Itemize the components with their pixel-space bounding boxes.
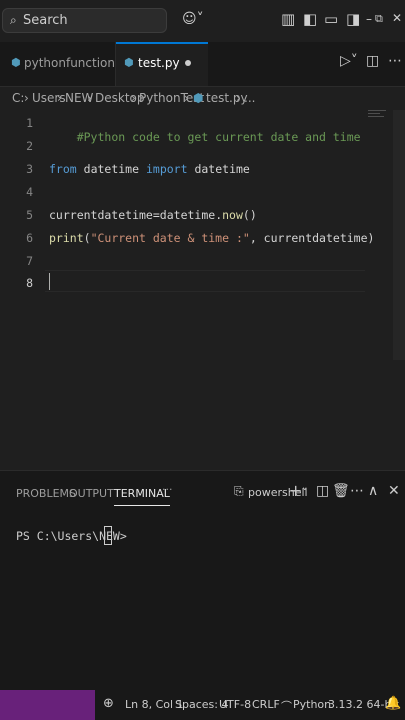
breadcrumb-item[interactable]: Desktop — [95, 91, 145, 105]
panel-icon[interactable]: ▭ — [324, 10, 338, 28]
title-bar: ⌕ Search ☺˅ ▥ ◧ ▭ ◨ – ⧉ ✕ — [0, 0, 405, 42]
restore-icon[interactable]: ⧉ — [375, 12, 383, 26]
tab-label: test.py — [138, 56, 180, 70]
trash-icon[interactable]: 🗑 — [332, 483, 350, 499]
keyword-token: import — [145, 162, 188, 176]
tab-problems[interactable]: PROBLEMS — [16, 487, 76, 500]
split-terminal-icon[interactable]: ◫ — [316, 483, 329, 499]
breadcrumb-item[interactable]: ... — [244, 91, 255, 105]
comment-token: #Python code to get current date and tim… — [76, 130, 361, 144]
chevron-right-icon: › — [24, 91, 29, 105]
code-line-6: print("Current date & time :", currentda… — [49, 231, 374, 245]
line-number: 3 — [26, 162, 33, 176]
copilot-icon[interactable]: ☺˅ — [182, 11, 204, 27]
paren-token: () — [242, 208, 257, 222]
close-icon[interactable]: ✕ — [392, 11, 402, 25]
sidebar-left-icon[interactable]: ◧ — [303, 10, 317, 28]
line-number: 6 — [26, 231, 33, 245]
punctuation-token: , — [249, 231, 264, 245]
line-number: 7 — [26, 254, 33, 268]
chevron-right-icon: › — [87, 91, 92, 105]
line-number: 2 — [26, 139, 33, 153]
status-bar: ⊕ Ln 8, Col 1 Spaces: 4 UTF-8 CRLF ⌒ Pyt… — [0, 690, 405, 720]
current-line-highlight — [45, 270, 365, 292]
line-ending[interactable]: CRLF — [252, 698, 280, 711]
terminal-panel: PROBLEMS OUTPUT TERMINAL ··· ⎘ powershel… — [0, 471, 405, 690]
unsaved-dot-icon[interactable] — [185, 60, 191, 66]
bell-icon[interactable]: 🔔 — [385, 696, 401, 711]
terminal-cursor — [104, 526, 112, 545]
string-token: "Current date & time :" — [90, 231, 250, 245]
paren-token: ( — [83, 231, 91, 245]
more-actions-icon[interactable]: ⋯ — [388, 53, 402, 69]
search-label: Search — [23, 13, 68, 28]
split-editor-icon[interactable]: ◫ — [366, 53, 379, 69]
encoding[interactable]: UTF-8 — [219, 698, 251, 711]
editor-tabs: ⬢ pythonfunction.py ⬢ test.py ▷˅ ◫ ⋯ — [0, 42, 405, 87]
variable-token: currentdatetime — [263, 231, 368, 245]
python-file-icon: ⬢ — [193, 91, 204, 105]
breadcrumb-item[interactable]: C: — [12, 91, 24, 105]
line-number: 5 — [26, 208, 33, 222]
chevron-down-icon[interactable]: ˅ — [302, 486, 308, 499]
close-panel-icon[interactable]: ✕ — [388, 483, 400, 499]
keyword-token: from — [49, 162, 77, 176]
run-icon[interactable]: ▷˅ — [340, 53, 358, 69]
search-icon: ⌕ — [10, 13, 17, 27]
terminal-icon: ⎘ — [234, 484, 244, 498]
chevron-right-icon: › — [236, 91, 241, 105]
line-number: 1 — [26, 116, 33, 130]
editor-scrollbar[interactable] — [393, 110, 405, 360]
command-center-search[interactable]: ⌕ Search — [2, 8, 167, 33]
code-editor[interactable]: 1 2 3 4 5 6 7 8 #Python code to get curr… — [0, 110, 405, 472]
zoom-icon[interactable]: ⊕ — [103, 696, 114, 711]
remote-indicator[interactable] — [0, 690, 95, 720]
function-token: print — [49, 231, 84, 245]
paren-token: ) — [367, 231, 375, 245]
code-line-3: from datetime import datetime — [49, 162, 250, 176]
name-token: datetime — [194, 162, 250, 176]
more-panel-tabs-icon[interactable]: ··· — [162, 483, 173, 496]
operator-token: = — [152, 208, 160, 222]
chevron-right-icon: › — [184, 91, 189, 105]
sidebar-right-icon[interactable]: ◨ — [346, 10, 360, 28]
tab-pythonfunction[interactable]: ⬢ pythonfunction.py — [0, 42, 134, 86]
chevron-right-icon: › — [131, 91, 136, 105]
new-terminal-icon[interactable]: + — [289, 481, 302, 500]
braces-icon: ⌒ — [281, 700, 292, 713]
module-token: datetime — [83, 162, 140, 176]
code-line-1: #Python code to get current date and tim… — [49, 116, 361, 158]
python-file-icon: ⬢ — [11, 56, 21, 69]
text-cursor — [49, 273, 50, 290]
minimap[interactable] — [368, 110, 390, 124]
name-token: datetime — [159, 208, 216, 222]
chevron-right-icon: › — [57, 91, 62, 105]
more-actions-icon[interactable]: ⋯ — [350, 483, 364, 499]
code-line-5: currentdatetime=datetime.now() — [49, 208, 257, 222]
breadcrumb-item[interactable]: test.py — [206, 91, 248, 105]
tab-test-py[interactable]: ⬢ test.py — [116, 42, 208, 86]
line-number: 4 — [26, 185, 33, 199]
function-token: now — [222, 208, 243, 222]
maximize-panel-icon[interactable]: ∧ — [368, 483, 378, 499]
variable-token: currentdatetime — [49, 208, 153, 222]
breadcrumb: C: › Users › NEW › Desktop › PythonTest … — [0, 87, 405, 109]
layout-icon[interactable]: ▥ — [281, 10, 295, 28]
language-mode[interactable]: Python — [293, 698, 331, 711]
python-file-icon: ⬢ — [124, 56, 134, 69]
tab-output[interactable]: OUTPUT — [69, 487, 114, 500]
line-number: 8 — [26, 276, 33, 290]
minimize-icon[interactable]: – — [366, 12, 372, 26]
